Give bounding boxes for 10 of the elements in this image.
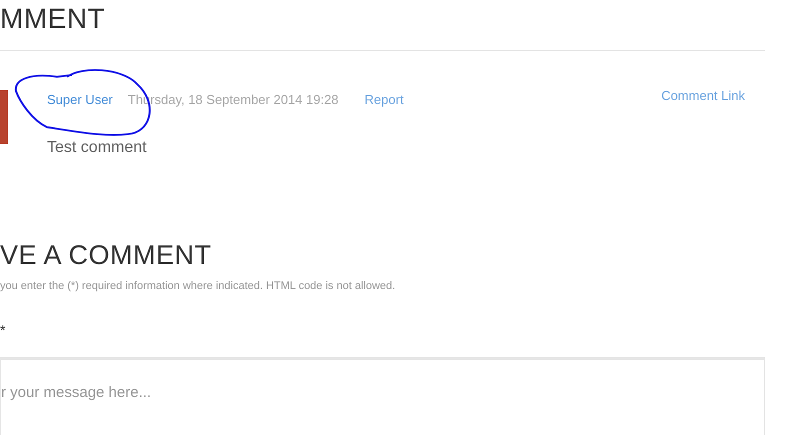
comment-text: Test comment: [47, 139, 148, 157]
avatar: [0, 90, 8, 144]
form-heading: VE A COMMENT: [0, 240, 213, 271]
report-link[interactable]: Report: [364, 92, 404, 107]
required-mark: *: [0, 322, 6, 338]
message-field[interactable]: r your message here...: [0, 357, 765, 435]
section-heading: MMENT: [0, 0, 765, 51]
author-link[interactable]: Super User: [47, 92, 113, 107]
comment-link[interactable]: Comment Link: [661, 88, 745, 103]
form-hint: you enter the (*) required information where indicated. HTML code is not allowed.: [0, 280, 396, 292]
